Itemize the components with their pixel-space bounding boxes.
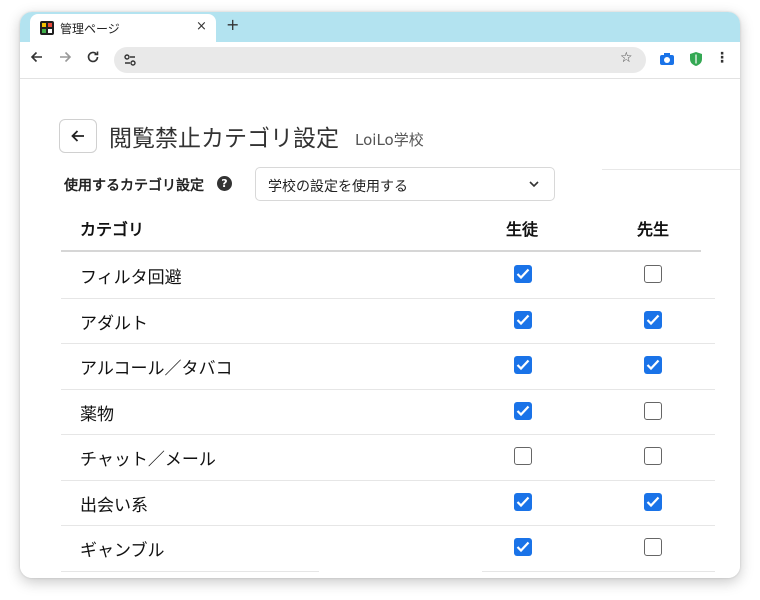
browser-window: 管理ページ × + ☆ ⋮ 閲覧禁止カテゴリ設定 LoiLo学校 使用するカテゴ… <box>20 12 740 578</box>
shield-extension-icon[interactable] <box>687 50 705 68</box>
teacher-checkbox[interactable] <box>644 310 662 329</box>
column-header-teacher: 先生 <box>637 220 670 239</box>
tab-title: 管理ページ <box>60 22 120 36</box>
teacher-checkbox[interactable] <box>644 401 662 420</box>
category-label: アダルト <box>80 313 148 334</box>
camera-extension-icon[interactable] <box>658 50 676 68</box>
divider <box>602 169 740 170</box>
browser-toolbar: ☆ ⋮ <box>20 42 740 79</box>
row-divider <box>61 434 715 435</box>
back-arrow-icon[interactable] <box>27 50 47 70</box>
forward-arrow-icon[interactable] <box>55 50 75 70</box>
category-label: 薬物 <box>80 404 114 425</box>
header-divider <box>61 250 701 252</box>
star-icon[interactable]: ☆ <box>620 50 633 66</box>
student-checkbox[interactable] <box>514 401 532 420</box>
page-title: 閲覧禁止カテゴリ設定 <box>109 126 339 152</box>
row-divider <box>61 479 715 481</box>
row-divider <box>482 570 715 572</box>
chevron-down-icon <box>529 181 539 188</box>
address-bar[interactable]: ☆ <box>114 47 646 73</box>
student-checkbox[interactable] <box>514 265 532 283</box>
teacher-checkbox[interactable] <box>644 492 662 511</box>
tab-close-icon[interactable]: × <box>196 19 207 34</box>
page-content: 閲覧禁止カテゴリ設定 LoiLo学校 使用するカテゴリ設定 ? 学校の設定を使用… <box>20 79 740 578</box>
row-divider <box>61 388 715 390</box>
category-setting-label: 使用するカテゴリ設定 <box>64 178 204 194</box>
row-divider <box>61 525 715 526</box>
tab-admin[interactable]: 管理ページ × <box>30 14 216 42</box>
new-tab-button[interactable]: + <box>226 15 239 34</box>
school-name: LoiLo学校 <box>355 131 424 149</box>
row-divider <box>61 297 715 299</box>
teacher-checkbox[interactable] <box>644 447 662 465</box>
reload-icon[interactable] <box>83 50 103 70</box>
category-label: ギャンブル <box>80 541 165 561</box>
category-label: 出会い系 <box>80 495 148 516</box>
category-label: アルコール／タバコ <box>80 359 233 379</box>
help-icon[interactable]: ? <box>217 176 232 191</box>
teacher-checkbox[interactable] <box>644 265 662 283</box>
back-button[interactable] <box>59 119 97 153</box>
teacher-checkbox[interactable] <box>644 356 662 374</box>
select-value: 学校の設定を使用する <box>268 179 408 195</box>
favicon-icon <box>40 21 54 35</box>
student-checkbox[interactable] <box>514 310 532 329</box>
student-checkbox[interactable] <box>514 356 532 374</box>
category-setting-select[interactable]: 学校の設定を使用する <box>255 167 555 201</box>
column-header-student: 生徒 <box>506 220 539 239</box>
column-header-category: カテゴリ <box>80 220 145 239</box>
category-label: チャット／メール <box>80 450 216 470</box>
kebab-menu-icon[interactable]: ⋮ <box>715 50 729 66</box>
student-checkbox[interactable] <box>514 447 532 465</box>
teacher-checkbox[interactable] <box>644 538 662 556</box>
row-divider <box>61 343 715 344</box>
row-divider <box>61 570 319 572</box>
student-checkbox[interactable] <box>514 492 532 511</box>
back-arrow-icon <box>71 130 84 142</box>
tab-strip: 管理ページ × + <box>20 12 740 42</box>
site-info-icon[interactable] <box>122 52 138 68</box>
category-label: フィルタ回避 <box>80 268 182 288</box>
student-checkbox[interactable] <box>514 538 532 556</box>
